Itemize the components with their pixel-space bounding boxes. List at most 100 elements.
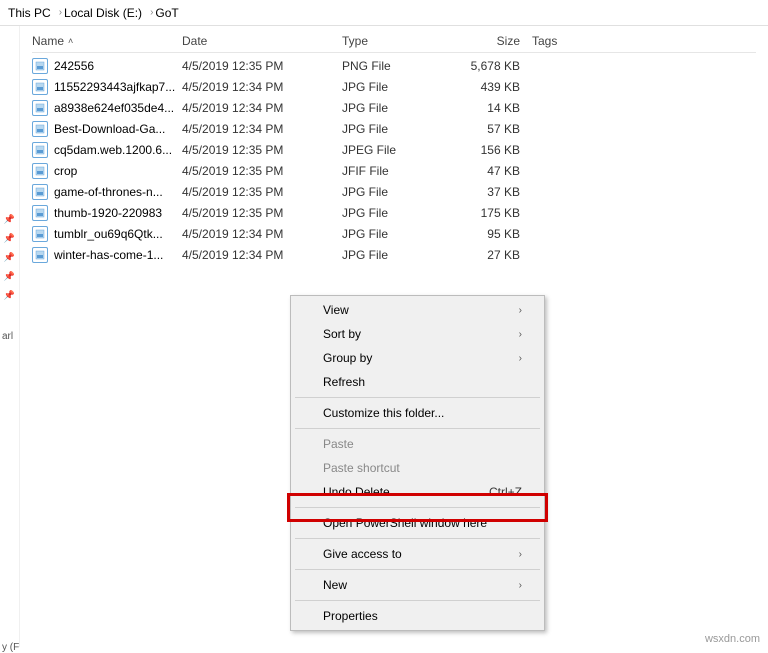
- menu-properties[interactable]: Properties: [293, 604, 542, 628]
- pin-icon: 📌: [0, 290, 19, 301]
- image-file-icon: [32, 163, 48, 179]
- file-date: 4/5/2019 12:35 PM: [182, 164, 342, 178]
- header-name-label: Name: [32, 34, 64, 48]
- file-name: thumb-1920-220983: [54, 206, 162, 220]
- menu-group-by-label: Group by: [323, 351, 372, 365]
- file-rows: 2425564/5/2019 12:35 PMPNG File5,678 KB1…: [32, 55, 756, 265]
- menu-group-by[interactable]: Group by ›: [293, 346, 542, 370]
- file-type: JPG File: [342, 80, 452, 94]
- file-size: 95 KB: [452, 227, 532, 241]
- file-name-cell: 242556: [32, 58, 182, 74]
- file-row[interactable]: 11552293443ajfkap7... 4/5/2019 12:34 PMJP…: [32, 76, 756, 97]
- file-name-cell: game-of-thrones-n...: [32, 184, 182, 200]
- header-type[interactable]: Type: [342, 34, 452, 48]
- menu-separator: [295, 569, 540, 570]
- header-tags[interactable]: Tags: [532, 34, 612, 48]
- file-type: JPEG File: [342, 143, 452, 157]
- pin-icon: 📌: [0, 233, 19, 244]
- breadcrumb-folder[interactable]: GoT: [155, 6, 178, 20]
- file-type: PNG File: [342, 59, 452, 73]
- file-date: 4/5/2019 12:34 PM: [182, 248, 342, 262]
- file-name-cell: winter-has-come-1...: [32, 247, 182, 263]
- header-date[interactable]: Date: [182, 34, 342, 48]
- file-row[interactable]: crop4/5/2019 12:35 PMJFIF File47 KB: [32, 160, 756, 181]
- menu-powershell-label: Open PowerShell window here: [323, 516, 487, 530]
- menu-customize[interactable]: Customize this folder...: [293, 401, 542, 425]
- menu-paste: Paste: [293, 432, 542, 456]
- file-name: a8938e624ef035de4...: [54, 101, 174, 115]
- menu-customize-label: Customize this folder...: [323, 406, 444, 420]
- chevron-right-icon: ›: [59, 7, 62, 18]
- file-type: JPG File: [342, 227, 452, 241]
- file-name-cell: crop: [32, 163, 182, 179]
- file-row[interactable]: game-of-thrones-n... 4/5/2019 12:35 PMJPG…: [32, 181, 756, 202]
- menu-separator: [295, 397, 540, 398]
- breadcrumb[interactable]: This PC › Local Disk (E:) › GoT: [0, 0, 768, 26]
- file-row[interactable]: a8938e624ef035de4...4/5/2019 12:34 PMJPG…: [32, 97, 756, 118]
- file-date: 4/5/2019 12:35 PM: [182, 206, 342, 220]
- image-file-icon: [32, 205, 48, 221]
- file-name: winter-has-come-1...: [54, 248, 163, 262]
- header-name[interactable]: Name ˄: [32, 34, 182, 48]
- menu-separator: [295, 538, 540, 539]
- image-file-icon: [32, 247, 48, 263]
- file-date: 4/5/2019 12:35 PM: [182, 59, 342, 73]
- file-row[interactable]: tumblr_ou69q6Qtk...4/5/2019 12:34 PMJPG …: [32, 223, 756, 244]
- file-type: JPG File: [342, 185, 452, 199]
- menu-paste-shortcut: Paste shortcut: [293, 456, 542, 480]
- file-size: 14 KB: [452, 101, 532, 115]
- image-file-icon: [32, 184, 48, 200]
- menu-refresh[interactable]: Refresh: [293, 370, 542, 394]
- file-name-cell: 11552293443ajfkap7...: [32, 79, 182, 95]
- menu-undo-delete[interactable]: Undo Delete Ctrl+Z: [293, 480, 542, 504]
- file-size: 57 KB: [452, 122, 532, 136]
- file-date: 4/5/2019 12:35 PM: [182, 185, 342, 199]
- file-date: 4/5/2019 12:34 PM: [182, 122, 342, 136]
- chevron-right-icon: ›: [519, 549, 522, 560]
- chevron-right-icon: ›: [519, 353, 522, 364]
- menu-give-access-label: Give access to: [323, 547, 402, 561]
- image-file-icon: [32, 121, 48, 137]
- breadcrumb-root[interactable]: This PC: [8, 6, 51, 20]
- menu-view-label: View: [323, 303, 349, 317]
- nav-label: y (F: [0, 642, 19, 653]
- menu-separator: [295, 428, 540, 429]
- menu-new[interactable]: New ›: [293, 573, 542, 597]
- file-type: JPG File: [342, 206, 452, 220]
- header-size[interactable]: Size: [452, 34, 532, 48]
- menu-give-access[interactable]: Give access to ›: [293, 542, 542, 566]
- nav-pane-fragment: 📌 📌 📌 📌 📌 arl y (F: [0, 26, 20, 647]
- file-size: 37 KB: [452, 185, 532, 199]
- file-type: JPG File: [342, 122, 452, 136]
- file-size: 27 KB: [452, 248, 532, 262]
- chevron-right-icon: ›: [519, 580, 522, 591]
- menu-sort-by-label: Sort by: [323, 327, 361, 341]
- menu-view[interactable]: View ›: [293, 298, 542, 322]
- file-row[interactable]: Best-Download-Ga...4/5/2019 12:34 PMJPG …: [32, 118, 756, 139]
- menu-properties-label: Properties: [323, 609, 378, 623]
- file-size: 175 KB: [452, 206, 532, 220]
- file-name: game-of-thrones-n...: [54, 185, 163, 199]
- file-row[interactable]: 2425564/5/2019 12:35 PMPNG File5,678 KB: [32, 55, 756, 76]
- file-date: 4/5/2019 12:34 PM: [182, 101, 342, 115]
- menu-sort-by[interactable]: Sort by ›: [293, 322, 542, 346]
- file-date: 4/5/2019 12:35 PM: [182, 143, 342, 157]
- file-name: tumblr_ou69q6Qtk...: [54, 227, 163, 241]
- file-row[interactable]: thumb-1920-220983 4/5/2019 12:35 PMJPG Fi…: [32, 202, 756, 223]
- file-name-cell: cq5dam.web.1200.6...: [32, 142, 182, 158]
- file-row[interactable]: winter-has-come-1...4/5/2019 12:34 PMJPG…: [32, 244, 756, 265]
- file-row[interactable]: cq5dam.web.1200.6...4/5/2019 12:35 PMJPE…: [32, 139, 756, 160]
- menu-undo-shortcut: Ctrl+Z: [489, 485, 522, 499]
- file-size: 156 KB: [452, 143, 532, 157]
- breadcrumb-drive[interactable]: Local Disk (E:): [64, 6, 142, 20]
- image-file-icon: [32, 58, 48, 74]
- file-name: 11552293443ajfkap7...: [54, 80, 175, 94]
- menu-separator: [295, 507, 540, 508]
- file-name: crop: [54, 164, 77, 178]
- watermark: wsxdn.com: [705, 633, 760, 645]
- context-menu: View › Sort by › Group by › Refresh Cust…: [290, 295, 545, 631]
- image-file-icon: [32, 226, 48, 242]
- menu-new-label: New: [323, 578, 347, 592]
- menu-open-powershell[interactable]: Open PowerShell window here: [293, 511, 542, 535]
- file-date: 4/5/2019 12:34 PM: [182, 80, 342, 94]
